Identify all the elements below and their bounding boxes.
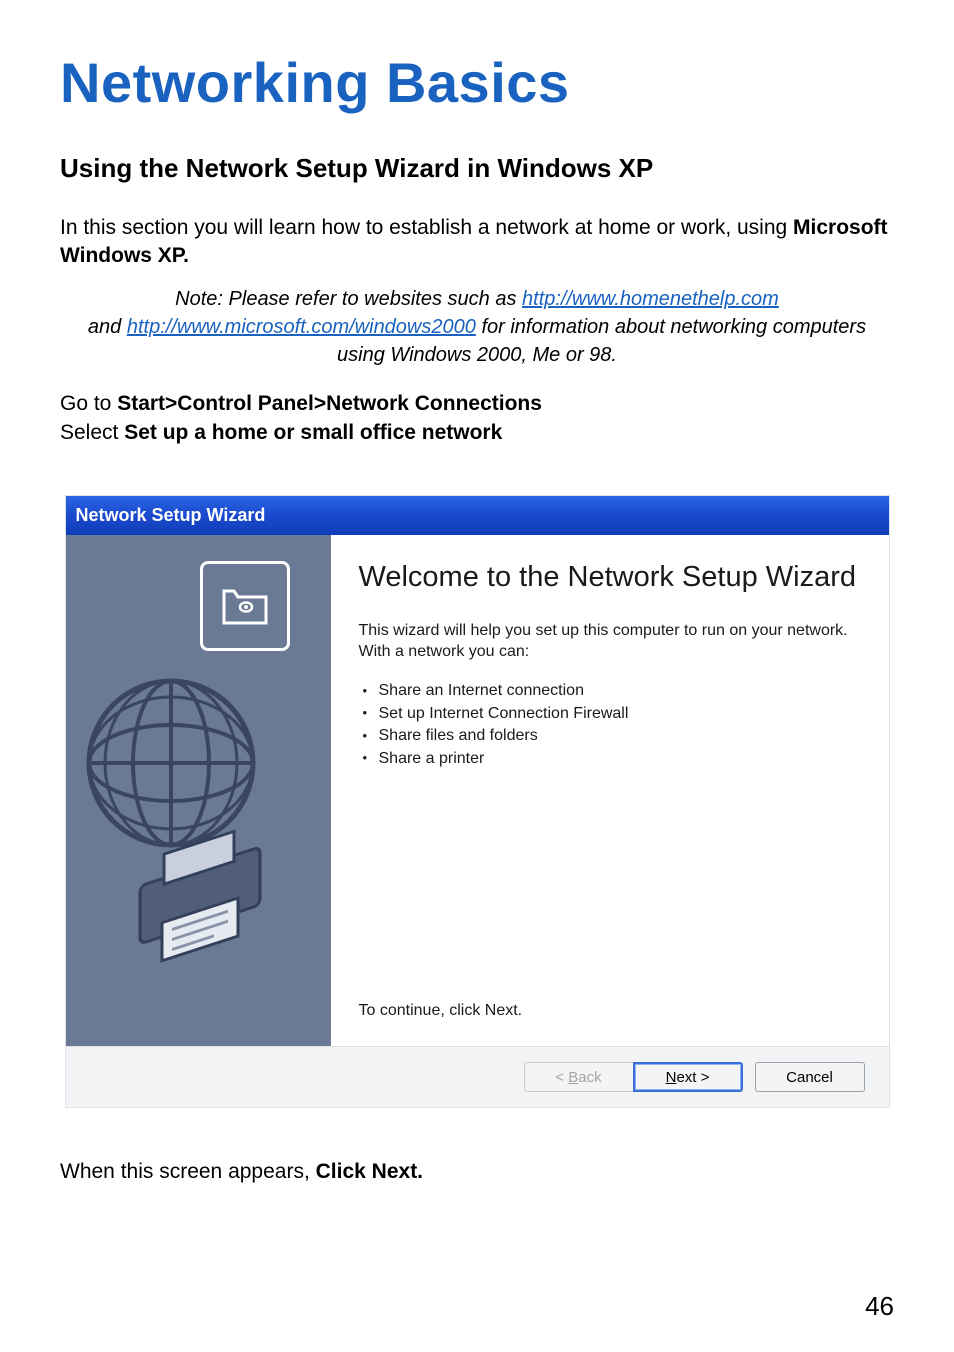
steps-paragraph: Go to Start>Control Panel>Network Connec…	[60, 389, 894, 448]
wizard-continue-text: To continue, click Next.	[359, 1002, 865, 1020]
cancel-button[interactable]: Cancel	[755, 1062, 865, 1092]
after-instruction: When this screen appears, Click Next.	[60, 1160, 894, 1184]
wizard-content: Welcome to the Network Setup Wizard This…	[331, 535, 889, 1046]
wizard-side-graphic	[66, 535, 331, 1046]
network-setup-wizard-dialog: Network Setup Wizard	[65, 495, 890, 1108]
next-button[interactable]: Next >	[633, 1062, 743, 1092]
wizard-heading: Welcome to the Network Setup Wizard	[359, 561, 865, 594]
wizard-titlebar-text: Network Setup Wizard	[76, 505, 266, 526]
note-paragraph: Note: Please refer to websites such as h…	[60, 285, 894, 369]
after-pre: When this screen appears,	[60, 1160, 316, 1183]
note-prefix: Note: Please refer to websites such as	[175, 288, 522, 310]
wizard-list-item: Share files and folders	[363, 725, 865, 747]
next-suffix: ext >	[676, 1069, 709, 1086]
step2-bold: Set up a home or small office network	[124, 421, 502, 444]
printer-icon	[112, 825, 292, 990]
wizard-list-item: Share a printer	[363, 748, 865, 770]
note-link-1[interactable]: http://www.homenethelp.com	[522, 288, 779, 310]
intro-paragraph: In this section you will learn how to es…	[60, 214, 894, 271]
wizard-button-row: < Back Next > Cancel	[66, 1047, 889, 1107]
page-title: Networking Basics	[60, 50, 894, 115]
back-button: < Back	[524, 1062, 634, 1092]
wizard-list-item: Share an Internet connection	[363, 680, 865, 702]
page-number: 46	[865, 1291, 894, 1322]
wizard-list-item: Set up Internet Connection Firewall	[363, 703, 865, 725]
note-mid1: and	[88, 316, 127, 338]
step1-bold: Start>Control Panel>Network Connections	[117, 392, 542, 415]
wizard-feature-list: Share an Internet connection Set up Inte…	[363, 680, 865, 770]
intro-text: In this section you will learn how to es…	[60, 216, 793, 239]
section-heading: Using the Network Setup Wizard in Window…	[60, 153, 894, 184]
network-folder-icon	[200, 561, 290, 651]
back-suffix: ack	[578, 1069, 601, 1086]
step1-pre: Go to	[60, 392, 117, 415]
back-prefix: <	[555, 1069, 568, 1086]
note-link-2[interactable]: http://www.microsoft.com/windows2000	[127, 316, 476, 338]
wizard-titlebar: Network Setup Wizard	[66, 496, 889, 535]
after-bold: Click Next.	[316, 1160, 423, 1183]
wizard-nav-button-group: < Back Next >	[524, 1062, 743, 1092]
back-mnemonic: B	[568, 1069, 578, 1086]
next-mnemonic: N	[666, 1069, 677, 1086]
wizard-body: Welcome to the Network Setup Wizard This…	[66, 535, 889, 1047]
step2-pre: Select	[60, 421, 124, 444]
wizard-body-text: This wizard will help you set up this co…	[359, 621, 865, 663]
